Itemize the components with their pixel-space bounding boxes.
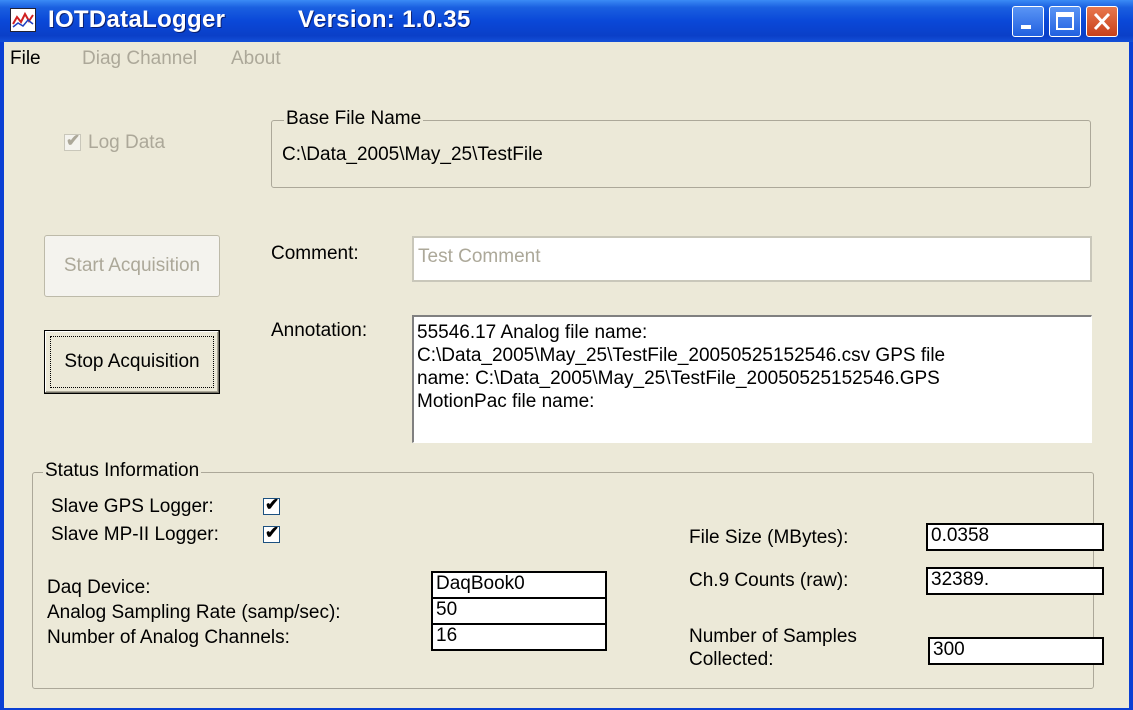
stop-acquisition-button[interactable]: Stop Acquisition <box>44 330 220 394</box>
slave-mp-checkbox[interactable]: ✔ <box>263 523 280 543</box>
file-size-label: File Size (MBytes): <box>689 527 849 548</box>
minimize-icon <box>1021 25 1031 29</box>
num-samples-label-1: Number of Samples <box>689 626 857 647</box>
comment-label: Comment: <box>271 243 359 264</box>
client-area: File Diag Channel About ✔ Log Data Base … <box>4 42 1129 708</box>
log-data-label: Log Data <box>88 132 166 153</box>
maximize-button[interactable] <box>1049 6 1081 37</box>
start-acquisition-button[interactable]: Start Acquisition <box>44 235 220 297</box>
num-samples-label-2: Collected: <box>689 649 774 670</box>
daq-device-field: DaqBook0 <box>431 571 607 599</box>
comment-value: Test Comment <box>418 246 541 267</box>
annotation-line: MotionPac file name: <box>417 391 595 412</box>
sampling-rate-label: Analog Sampling Rate (samp/sec): <box>47 602 341 623</box>
daq-device-label: Daq Device: <box>47 577 151 598</box>
status-legend: Status Information <box>43 460 202 482</box>
comment-input[interactable]: Test Comment <box>412 236 1092 282</box>
sampling-rate-field: 50 <box>431 597 607 625</box>
slave-gps-checkbox[interactable]: ✔ <box>263 495 280 515</box>
menu-diag-channel[interactable]: Diag Channel <box>82 48 197 70</box>
annotation-line: C:\Data_2005\May_25\TestFile_20050525152… <box>417 345 946 366</box>
num-channels-field: 16 <box>431 623 607 651</box>
menu-bar: File Diag Channel About <box>4 42 1129 72</box>
num-samples-field: 300 <box>928 637 1104 665</box>
minimize-button[interactable] <box>1012 6 1044 37</box>
window-title: IOTDataLogger <box>48 6 226 33</box>
base-file-value: C:\Data_2005\May_25\TestFile <box>282 144 543 165</box>
base-file-legend: Base File Name <box>284 108 424 130</box>
num-channels-label: Number of Analog Channels: <box>47 627 290 648</box>
annotation-line: 55546.17 Analog file name: <box>417 322 648 343</box>
slave-gps-label: Slave GPS Logger: <box>51 496 214 517</box>
stop-acquisition-label: Stop Acquisition <box>64 351 200 372</box>
file-size-field: 0.0358 <box>926 523 1104 551</box>
annotation-text: 55546.17 Analog file name: C:\Data_2005\… <box>417 321 945 413</box>
annotation-line: name: C:\Data_2005\May_25\TestFile_20050… <box>417 368 940 389</box>
check-icon: ✔ <box>265 523 280 542</box>
annotation-label: Annotation: <box>271 320 368 341</box>
close-icon <box>1093 12 1111 31</box>
menu-about[interactable]: About <box>231 48 281 70</box>
base-file-group: Base File Name C:\Data_2005\May_25\TestF… <box>271 108 1091 188</box>
app-chart-icon[interactable] <box>10 8 36 32</box>
slave-mp-label: Slave MP-II Logger: <box>51 524 219 545</box>
check-icon: ✔ <box>265 495 280 514</box>
status-group: Status Information Slave GPS Logger: ✔ S… <box>32 460 1104 689</box>
ch9-counts-label: Ch.9 Counts (raw): <box>689 570 849 591</box>
start-acquisition-label: Start Acquisition <box>63 255 201 276</box>
app-window: IOTDataLogger Version: 1.0.35 File Diag … <box>0 0 1133 710</box>
annotation-textarea[interactable]: 55546.17 Analog file name: C:\Data_2005\… <box>412 315 1092 443</box>
menu-file[interactable]: File <box>10 48 41 70</box>
close-button[interactable] <box>1086 6 1118 37</box>
window-version: Version: 1.0.35 <box>298 6 471 33</box>
ch9-counts-field: 32389. <box>926 567 1104 595</box>
check-icon: ✔ <box>66 131 81 150</box>
log-data-checkbox[interactable]: ✔ <box>64 131 81 151</box>
maximize-icon <box>1056 12 1074 30</box>
title-bar[interactable]: IOTDataLogger Version: 1.0.35 <box>0 0 1133 42</box>
